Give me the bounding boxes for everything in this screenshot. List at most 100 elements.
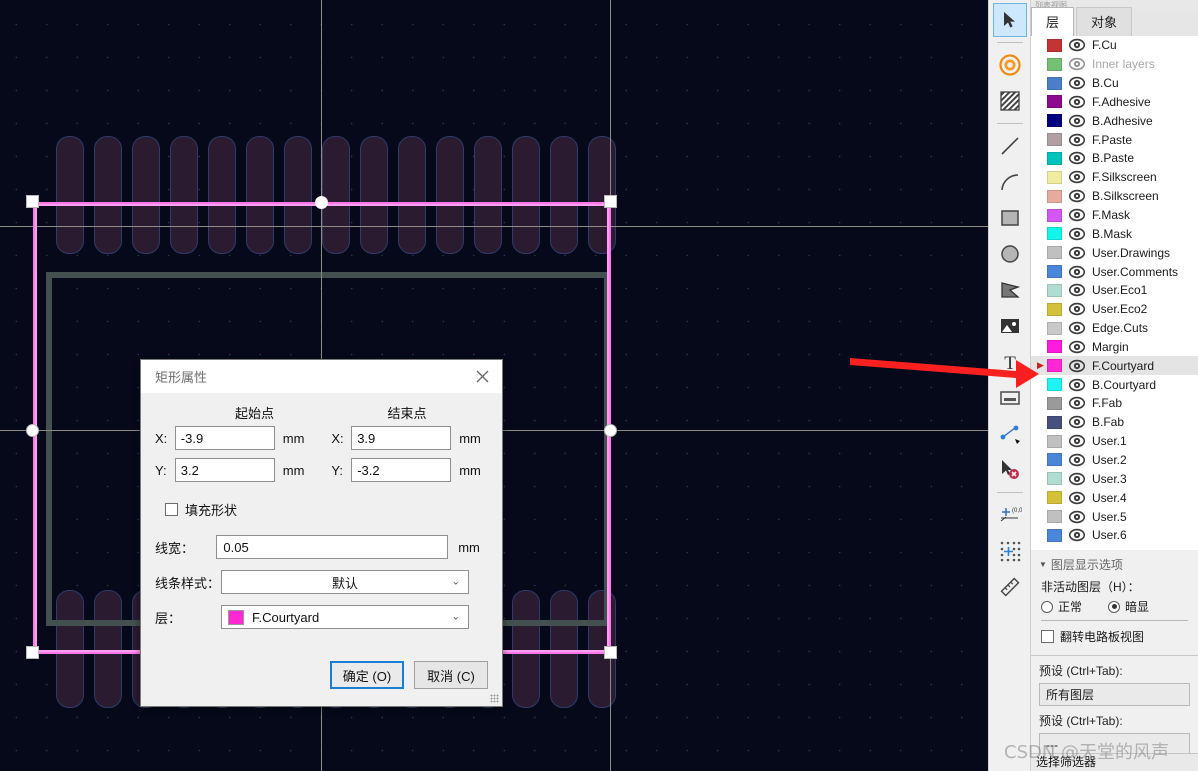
- layer-row-f-fab[interactable]: F.Fab: [1031, 394, 1198, 413]
- text-icon[interactable]: T: [993, 345, 1027, 379]
- layer-row-f-paste[interactable]: F.Paste: [1031, 130, 1198, 149]
- layer-color-swatch[interactable]: [1047, 95, 1062, 109]
- flip-board-checkbox-row[interactable]: 翻转电路板视图: [1039, 626, 1198, 649]
- eye-visibility-icon[interactable]: [1068, 132, 1086, 148]
- fill-shape-checkbox-row[interactable]: 填充形状: [165, 500, 488, 519]
- line-style-select[interactable]: 默认 ⌄: [221, 570, 469, 594]
- eye-visibility-icon[interactable]: [1068, 527, 1086, 543]
- eye-visibility-icon[interactable]: [1068, 75, 1086, 91]
- layer-color-swatch[interactable]: [1047, 283, 1062, 297]
- layer-row-margin[interactable]: Margin: [1031, 338, 1198, 357]
- line-icon[interactable]: [993, 129, 1027, 163]
- layer-row-user-4[interactable]: User.4: [1031, 488, 1198, 507]
- eye-visibility-icon[interactable]: [1068, 471, 1086, 487]
- layer-color-swatch[interactable]: [1047, 359, 1062, 373]
- layer-row-user-comments[interactable]: User.Comments: [1031, 262, 1198, 281]
- eye-visibility-icon[interactable]: [1068, 339, 1086, 355]
- layer-color-swatch[interactable]: [1047, 38, 1062, 52]
- radio-normal[interactable]: 正常: [1041, 598, 1082, 615]
- layer-color-swatch[interactable]: [1047, 170, 1062, 184]
- eye-visibility-icon[interactable]: [1068, 207, 1086, 223]
- eye-visibility-icon[interactable]: [1068, 414, 1086, 430]
- rectangle-properties-dialog[interactable]: 矩形属性 起始点 结束点 X: mm X: mm Y: m: [140, 359, 503, 707]
- layer-color-swatch[interactable]: [1047, 472, 1062, 486]
- select-cursor-icon[interactable]: [992, 3, 1027, 37]
- line-width-input[interactable]: [216, 535, 449, 559]
- panel-tabs[interactable]: 层 对象: [1031, 7, 1198, 36]
- dialog-buttons[interactable]: 确定 (O) 取消 (C): [330, 661, 488, 689]
- delete-icon[interactable]: [993, 453, 1027, 487]
- eye-visibility-icon[interactable]: [1068, 188, 1086, 204]
- arc-icon[interactable]: [993, 165, 1027, 199]
- layer-color-swatch[interactable]: [1047, 453, 1062, 467]
- eye-visibility-icon[interactable]: [1068, 490, 1086, 506]
- layer-row-b-cu[interactable]: B.Cu: [1031, 74, 1198, 93]
- close-icon[interactable]: [462, 360, 502, 393]
- layer-color-swatch[interactable]: [1047, 528, 1062, 542]
- selection-handle-top-mid[interactable]: [315, 196, 328, 209]
- flip-board-checkbox[interactable]: [1041, 630, 1054, 643]
- layer-row-user-6[interactable]: User.6: [1031, 526, 1198, 545]
- tab-layers[interactable]: 层: [1031, 7, 1075, 36]
- origin-icon[interactable]: (0,0): [993, 498, 1027, 532]
- layer-row-user-3[interactable]: User.3: [1031, 469, 1198, 488]
- selection-handle-top-right[interactable]: [604, 195, 617, 208]
- layer-row-user-5[interactable]: User.5: [1031, 507, 1198, 526]
- image-icon[interactable]: [993, 309, 1027, 343]
- layer-color-swatch[interactable]: [1047, 321, 1062, 335]
- layer-row-user-drawings[interactable]: User.Drawings: [1031, 243, 1198, 262]
- layer-row-b-courtyard[interactable]: B.Courtyard: [1031, 375, 1198, 394]
- layer-row-b-paste[interactable]: B.Paste: [1031, 149, 1198, 168]
- layer-display-options-header[interactable]: ▼ 图层显示选项: [1039, 554, 1198, 577]
- selection-handle-mid-right[interactable]: [604, 424, 617, 437]
- layer-color-swatch[interactable]: [1047, 133, 1062, 147]
- appearance-panel[interactable]: 列表视图 层 对象 F.Cu Inner layers B.Cu F.Adhesive…: [1030, 0, 1198, 771]
- tab-objects[interactable]: 对象: [1076, 7, 1133, 36]
- eye-visibility-icon[interactable]: [1068, 358, 1086, 374]
- eye-visibility-icon[interactable]: [1068, 56, 1086, 72]
- layer-color-swatch[interactable]: [1047, 151, 1062, 165]
- radio-dim-indicator[interactable]: [1108, 600, 1121, 613]
- layer-color-swatch[interactable]: [1047, 265, 1062, 279]
- eye-visibility-icon[interactable]: [1068, 509, 1086, 525]
- circle-icon[interactable]: [993, 237, 1027, 271]
- eye-visibility-icon[interactable]: [1068, 377, 1086, 393]
- pad-icon[interactable]: [993, 48, 1027, 82]
- layer-row-b-mask[interactable]: B.Mask: [1031, 224, 1198, 243]
- eye-visibility-icon[interactable]: [1068, 245, 1086, 261]
- drawing-toolbar[interactable]: T (0,0): [988, 0, 1030, 771]
- layer-row-user-1[interactable]: User.1: [1031, 432, 1198, 451]
- layer-row-f-cu[interactable]: F.Cu: [1031, 36, 1198, 55]
- end-x-input[interactable]: [351, 426, 452, 450]
- eye-visibility-icon[interactable]: [1068, 301, 1086, 317]
- layer-row-user-eco2[interactable]: User.Eco2: [1031, 300, 1198, 319]
- radio-normal-indicator[interactable]: [1041, 600, 1053, 613]
- inactive-layers-radios[interactable]: 正常 暗显: [1039, 597, 1198, 618]
- polygon-icon[interactable]: [993, 273, 1027, 307]
- layer-list[interactable]: F.Cu Inner layers B.Cu F.Adhesive B.Adhesive…: [1031, 36, 1198, 550]
- rectangle-icon[interactable]: [993, 201, 1027, 235]
- eye-visibility-icon[interactable]: [1068, 320, 1086, 336]
- layer-row-b-adhesive[interactable]: B.Adhesive: [1031, 111, 1198, 130]
- layer-row-inner-layers[interactable]: Inner layers: [1031, 55, 1198, 74]
- preset-select-1[interactable]: 所有图层: [1039, 683, 1190, 706]
- ok-button[interactable]: 确定 (O): [330, 661, 404, 689]
- fill-shape-checkbox[interactable]: [165, 503, 178, 516]
- layer-color-swatch[interactable]: [1047, 491, 1062, 505]
- layer-color-swatch[interactable]: [1047, 246, 1062, 260]
- start-y-input[interactable]: [174, 458, 275, 482]
- layer-row-f-adhesive[interactable]: F.Adhesive: [1031, 93, 1198, 112]
- layer-color-swatch[interactable]: [1047, 57, 1062, 71]
- selection-handle-bottom-left[interactable]: [26, 646, 39, 659]
- chevron-down-icon[interactable]: ⌄: [452, 612, 460, 623]
- chevron-down-icon[interactable]: ⌄: [452, 577, 460, 588]
- eye-visibility-icon[interactable]: [1068, 169, 1086, 185]
- selection-handle-mid-left[interactable]: [26, 424, 39, 437]
- layer-row-edge-cuts[interactable]: Edge.Cuts: [1031, 319, 1198, 338]
- layer-row-b-fab[interactable]: B.Fab: [1031, 413, 1198, 432]
- layer-color-swatch[interactable]: [1047, 340, 1062, 354]
- eye-visibility-icon[interactable]: [1068, 150, 1086, 166]
- selection-handle-top-left[interactable]: [26, 195, 39, 208]
- dialog-resize-grip[interactable]: [490, 694, 499, 703]
- radio-dim[interactable]: 暗显: [1108, 598, 1149, 615]
